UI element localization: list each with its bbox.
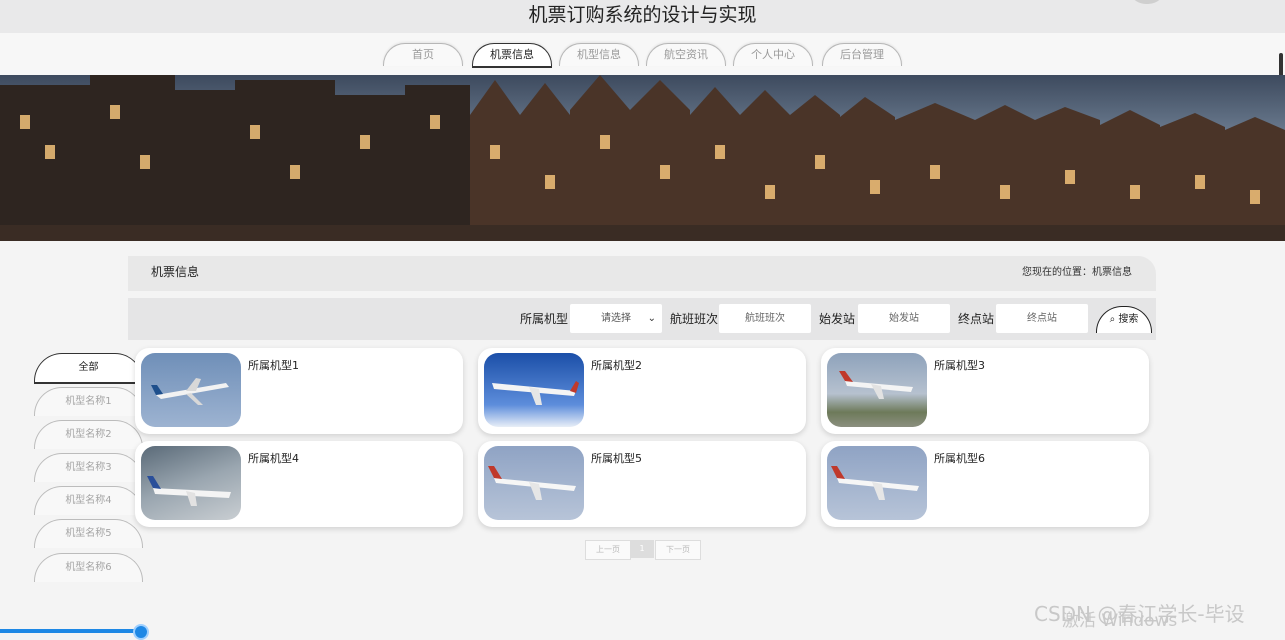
model-filter-label: 所属机型 (520, 312, 569, 326)
card-title: 所属机型2 (591, 359, 642, 372)
ticket-card[interactable]: 所属机型2 (478, 348, 806, 434)
banner-image (0, 75, 1285, 241)
nav-aviation-news[interactable]: 航空资讯 (646, 43, 726, 66)
card-title: 所属机型4 (248, 452, 299, 465)
aircraft-image (141, 353, 241, 427)
video-progress-bar[interactable] (0, 629, 140, 633)
category-item[interactable]: 机型名称1 (34, 387, 143, 416)
breadcrumb: 您现在的位置：机票信息 (1022, 267, 1132, 278)
card-title: 所属机型6 (934, 452, 985, 465)
panel-header: 机票信息 您现在的位置：机票信息 (128, 256, 1156, 291)
aircraft-image (484, 353, 584, 427)
nav-admin[interactable]: 后台管理 (822, 43, 902, 66)
nav-user-center[interactable]: 个人中心 (733, 43, 813, 66)
category-item[interactable]: 机型名称6 (34, 553, 143, 582)
nav-aircraft-info[interactable]: 机型信息 (559, 43, 639, 66)
filter-bar: 所属机型 请选择 ⌄ 航班班次 航班班次 始发站 始发站 终点站 终点站 ⌕ 搜… (128, 298, 1156, 340)
app-title: 机票订购系统的设计与实现 (528, 4, 757, 26)
ticket-card[interactable]: 所属机型6 (821, 441, 1149, 527)
title-bar: 机票订购系统的设计与实现 (0, 0, 1285, 33)
panel-title: 机票信息 (151, 265, 200, 279)
flight-filter-label: 航班班次 (670, 312, 719, 326)
card-title: 所属机型5 (591, 452, 642, 465)
ticket-card[interactable]: 所属机型1 (135, 348, 463, 434)
model-select[interactable]: 请选择 ⌄ (570, 304, 662, 333)
search-button-label: 搜索 (1118, 314, 1139, 325)
aircraft-image (141, 446, 241, 520)
model-select-value: 请选择 (601, 313, 631, 324)
aircraft-image (484, 446, 584, 520)
aircraft-image (827, 446, 927, 520)
ticket-card[interactable]: 所属机型5 (478, 441, 806, 527)
card-title: 所属机型3 (934, 359, 985, 372)
search-icon: ⌕ (1109, 314, 1116, 325)
page-number-button[interactable]: 1 (630, 540, 654, 558)
flight-input[interactable]: 航班班次 (719, 304, 811, 333)
prev-page-button[interactable]: 上一页 (585, 540, 631, 560)
next-page-button[interactable]: 下一页 (655, 540, 701, 560)
csdn-watermark: CSDN @春江学长-毕设 (1034, 602, 1245, 626)
category-item[interactable]: 机型名称5 (34, 519, 143, 548)
dest-input[interactable]: 终点站 (996, 304, 1088, 333)
origin-filter-label: 始发站 (819, 312, 856, 326)
card-title: 所属机型1 (248, 359, 299, 372)
category-item[interactable]: 机型名称2 (34, 420, 143, 449)
main-nav: 首页 机票信息 机型信息 航空资讯 个人中心 后台管理 (0, 33, 1285, 75)
origin-input[interactable]: 始发站 (858, 304, 950, 333)
progress-handle[interactable] (133, 624, 149, 640)
ticket-card[interactable]: 所属机型4 (135, 441, 463, 527)
category-all[interactable]: 全部 (34, 353, 143, 384)
category-item[interactable]: 机型名称3 (34, 453, 143, 482)
aircraft-image (827, 353, 927, 427)
chevron-down-icon: ⌄ (647, 313, 656, 324)
category-item[interactable]: 机型名称4 (34, 486, 143, 515)
ticket-card[interactable]: 所属机型3 (821, 348, 1149, 434)
search-button[interactable]: ⌕ 搜索 (1096, 306, 1152, 333)
nav-home[interactable]: 首页 (383, 43, 463, 66)
nav-ticket-info[interactable]: 机票信息 (472, 43, 552, 68)
dest-filter-label: 终点站 (958, 312, 995, 326)
